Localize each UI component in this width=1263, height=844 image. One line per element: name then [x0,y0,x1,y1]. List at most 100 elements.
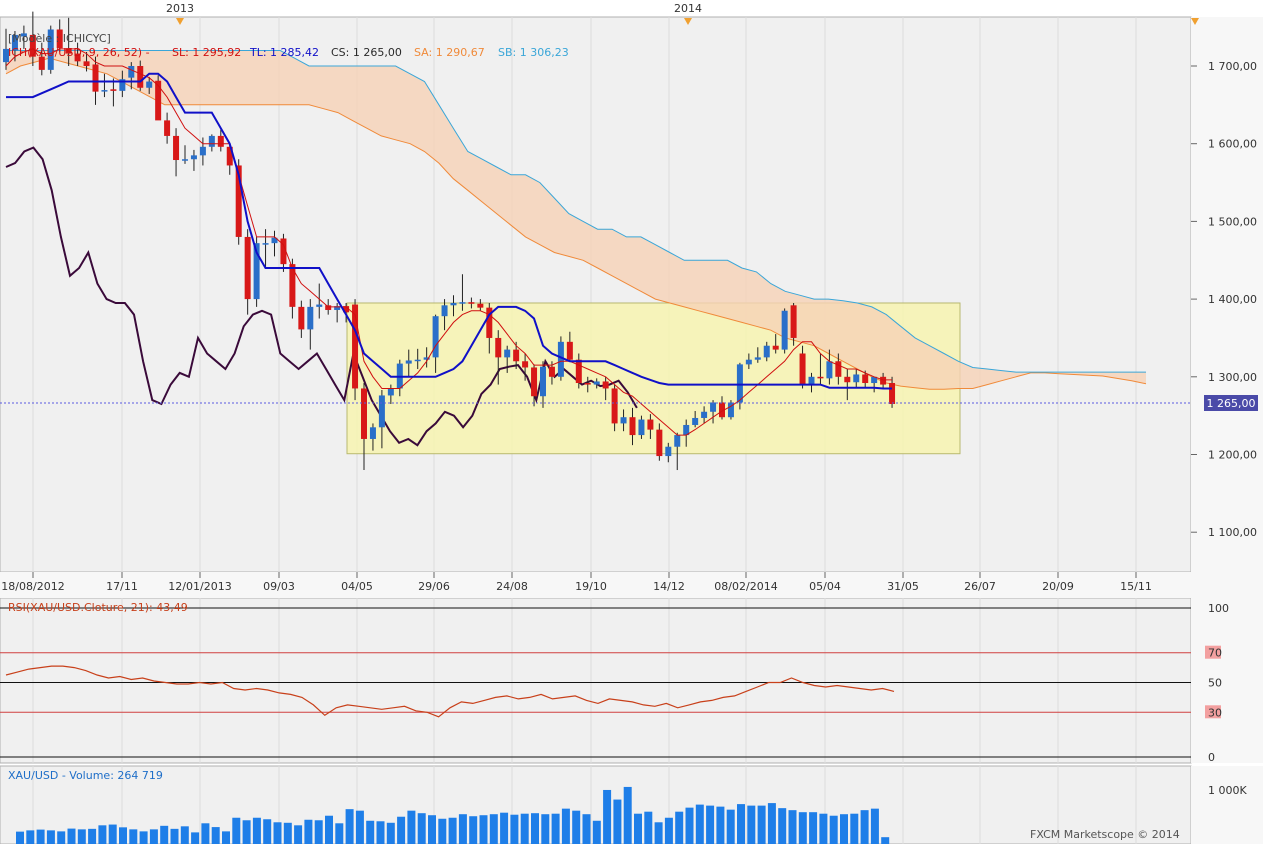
volume-bar [809,812,818,844]
candle-body [593,381,600,385]
candle-body [638,419,645,436]
candle-body [101,90,108,92]
candle-body [710,402,717,412]
candle-body [110,89,117,91]
candle-body [504,349,511,358]
volume-bar [170,828,179,844]
candle-body [799,353,806,385]
candle-body [772,345,779,350]
candle-body [190,155,197,160]
candle-body [468,302,475,304]
rsi-level-label: 100 [1208,602,1229,615]
volume-bar [57,831,66,844]
volume-bar [541,814,550,844]
volume-bar [386,822,395,844]
candle-body [155,80,162,121]
volume-bar [592,820,601,844]
price-tick-label: 1 600,00 [1208,138,1257,151]
candle-body [790,305,797,338]
candle-body [325,305,332,310]
top-axis-year-2013: 2013 [166,2,194,15]
candle-body [173,135,180,161]
candle-body [531,367,538,397]
volume-bar [263,819,272,844]
volume-bar [664,817,673,844]
date-tick-label: 24/08 [496,580,528,593]
volume-bar [232,817,241,844]
price-tick-label: 1 200,00 [1208,449,1257,462]
rsi-plot-area[interactable] [0,597,1192,764]
volume-bar [561,808,570,844]
legend-cs: CS: 1 265,00 [331,46,402,59]
rsi-level-label: 50 [1208,677,1222,690]
volume-bar [603,789,612,844]
candle-body [378,395,385,428]
candle-body [92,64,99,92]
price-tick-label: 1 500,00 [1208,215,1257,228]
volume-bar [582,814,591,844]
candle-body [736,364,743,403]
candle-body [217,135,224,147]
volume-bar [767,803,776,844]
rsi-axis [1191,598,1263,763]
candle-body [450,302,457,306]
candle-body [387,388,394,396]
current-price-label: 1 265,00 [1207,397,1256,410]
candle-body [432,316,439,358]
volume-bar [160,825,169,844]
legend-indicator: ICH(XAU/USD, 9, 26, 52) - [8,46,150,59]
volume-bar [747,805,756,844]
candle-body [361,388,367,439]
volume-bar [623,786,632,844]
date-tick-label: 31/05 [887,580,919,593]
volume-tick-1000k: 1 000K [1208,784,1247,797]
candle-body [298,306,305,330]
volume-bar [314,820,323,844]
candle-body [182,159,188,161]
candle-body [808,376,815,385]
volume-bar [438,818,447,844]
date-tick-label: 09/03 [263,580,295,593]
candle-body [307,306,314,330]
volume-bar [798,812,807,844]
volume-bar [366,820,375,844]
candle-body [566,341,573,360]
volume-bar [850,813,859,844]
candle-body [889,383,896,404]
volume-bar [613,799,622,844]
candle-body [665,446,672,457]
volume-bar [16,831,24,844]
volume-bar [294,825,303,844]
volume-bar [191,832,200,844]
volume-bar [520,813,529,844]
volume-bar [325,815,333,844]
watermark: FXCM Marketscope © 2014 [1030,828,1180,841]
volume-bar [829,815,838,844]
date-tick-label: 26/07 [964,580,996,593]
volume-legend: XAU/USD - Volume: 264 719 [8,769,163,782]
volume-bar [695,804,704,844]
candle-body [835,361,842,377]
volume-bar [479,815,488,844]
volume-bar [654,822,663,844]
volume-bar [211,827,220,844]
date-tick-label: 04/05 [341,580,373,593]
date-tick-label: 15/11 [1120,580,1152,593]
volume-bar [345,809,354,844]
candle-body [137,66,144,88]
volume-bar [448,817,457,844]
volume-bar [242,820,251,844]
candle-body [548,366,555,377]
volume-bar [355,810,364,844]
rsi-level-label: 30 [1208,706,1222,719]
date-tick-label: 18/08/2012 [1,580,64,593]
volume-bar [108,824,117,844]
chart-window: 1 700,00 1 600,00 1 500,00 1 400,00 1 300,00… [0,0,1263,844]
volume-bar [417,813,426,844]
candle-body [164,120,171,136]
volume-bar [675,811,684,844]
candle-body [128,66,135,78]
volume-bar [716,806,725,844]
date-tick-label: 29/06 [418,580,450,593]
rsi-legend: RSI(XAU/USD.Cloture, 21): 43,49 [8,601,188,614]
